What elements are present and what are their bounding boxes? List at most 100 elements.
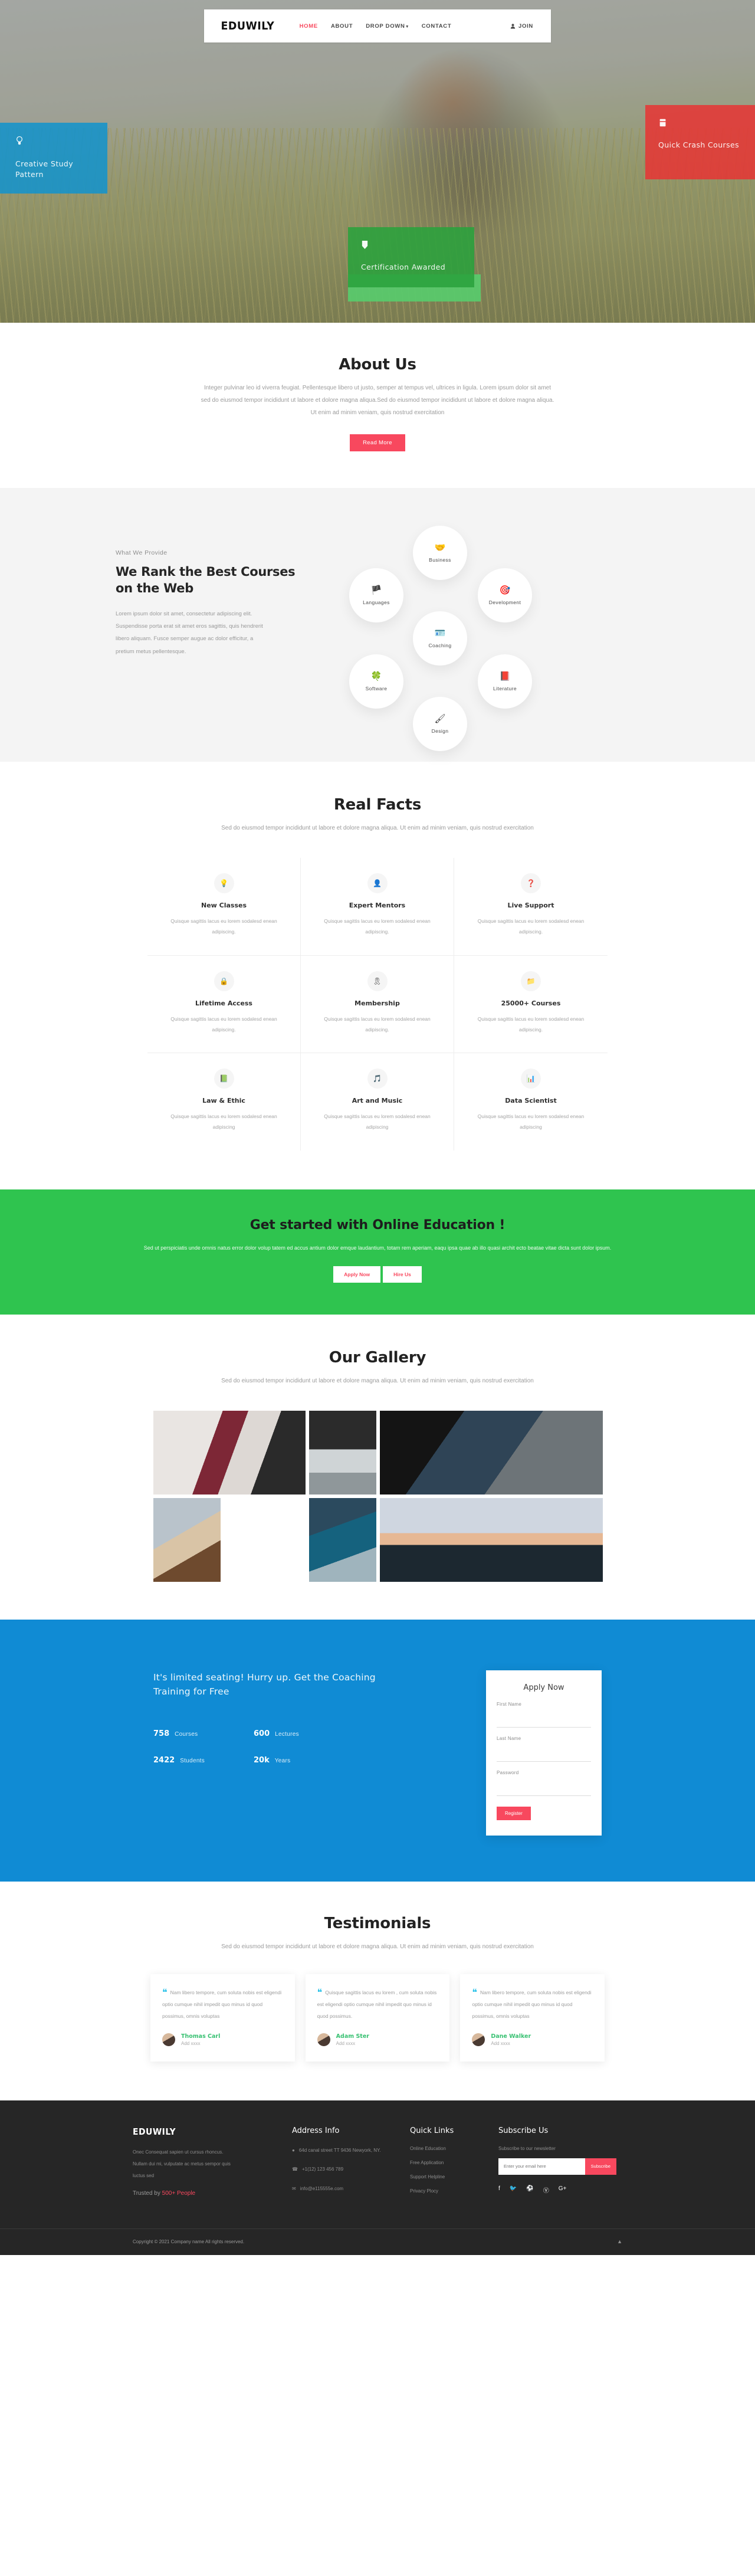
fact-card[interactable]: 📗 Law & Ethic Quisque sagittis lacus eu …	[147, 1053, 301, 1151]
main-navbar: EDUWILY HOME ABOUT DROP DOWN ▾ CONTACT JO…	[204, 9, 551, 42]
gallery-title: Our Gallery	[329, 1348, 426, 1366]
cta-body: Sed ut perspiciatis unde omnis natus err…	[143, 1245, 612, 1251]
chip-icon: 🍀	[370, 671, 382, 681]
fact-title: Art and Music	[352, 1097, 403, 1105]
testimonial-role: Add xxxx	[336, 2040, 356, 2046]
fact-card[interactable]: 📊 Data Scientist Quisque sagittis lacus …	[454, 1053, 608, 1151]
google-plus-icon[interactable]: G+	[559, 2185, 567, 2194]
footer-brand[interactable]: EDUWILY	[133, 2126, 281, 2137]
newsletter-email-input[interactable]	[498, 2158, 585, 2175]
password-input[interactable]	[497, 1788, 591, 1796]
read-more-button[interactable]: Read More	[350, 434, 405, 451]
hero-card-certification[interactable]: Certification Awarded	[348, 227, 474, 287]
location-pin-icon: ●	[292, 2147, 295, 2153]
footer-subscribe-title: Subscribe Us	[498, 2126, 549, 2135]
fact-card[interactable]: ❓ Live Support Quisque sagittis lacus eu…	[454, 858, 608, 956]
hire-us-button[interactable]: Hire Us	[383, 1266, 422, 1283]
category-label: Design	[431, 727, 449, 734]
fact-card[interactable]: 💡 New Classes Quisque sagittis lacus eu …	[147, 858, 301, 956]
gallery-image-4[interactable]	[153, 1497, 221, 1582]
apply-now-button[interactable]: Apply Now	[333, 1266, 381, 1283]
footer-link-privacy-policy[interactable]: Privacy Plocy	[410, 2188, 498, 2194]
footer-address-title: Address Info	[292, 2126, 340, 2135]
gallery-image-2[interactable]	[309, 1410, 376, 1495]
rank-title: We Rank the Best Courses on the Web	[116, 565, 296, 596]
pinterest-icon[interactable]: Ⓥ	[543, 2185, 549, 2194]
nav-item-contact[interactable]: CONTACT	[422, 23, 452, 30]
facts-grid: 💡 New Classes Quisque sagittis lacus eu …	[147, 858, 608, 1151]
testimonial-text: Quisque sagittis lacus eu lorem , cum so…	[317, 1989, 437, 2019]
gallery-image-1[interactable]	[153, 1410, 306, 1495]
nav-join-label[interactable]: JOIN	[518, 23, 533, 30]
testimonial-text-wrap: ❝ Nam libero tempore, cum soluta nobis es…	[472, 1987, 593, 2023]
register-button[interactable]: Register	[497, 1806, 531, 1820]
lock-icon: 🔒	[214, 971, 234, 991]
fact-card[interactable]: 🎗 Membership Quisque sagittis lacus eu l…	[301, 955, 454, 1054]
about-title: About Us	[339, 356, 416, 373]
footer-link-free-application[interactable]: Free Application	[410, 2160, 498, 2165]
footer-link-online-education[interactable]: Online Education	[410, 2146, 498, 2151]
footer-address-phone[interactable]: +1(12) 123 456 789	[302, 2165, 343, 2175]
category-coaching[interactable]: 🪪 Coaching	[413, 611, 467, 666]
last-name-field-group: Last Name	[497, 1736, 591, 1762]
fact-card[interactable]: 👤 Expert Mentors Quisque sagittis lacus …	[301, 858, 454, 956]
fact-card[interactable]: 🎵 Art and Music Quisque sagittis lacus e…	[301, 1053, 454, 1151]
footer-link-support-helpline[interactable]: Support Helpline	[410, 2174, 498, 2180]
rank-circles: 🤝 Business 🏴 Languages 🎯 Development 🪪 C…	[313, 526, 690, 751]
fact-title: 25000+ Courses	[501, 999, 561, 1007]
brand-logo[interactable]: EDUWILY	[204, 19, 274, 32]
nav-item-home[interactable]: HOME	[300, 23, 318, 30]
fact-title: Expert Mentors	[349, 902, 406, 909]
scroll-top-icon[interactable]: ▲	[617, 2239, 622, 2244]
stat-label: Years	[274, 1757, 291, 1764]
fact-desc: Quisque sagittis lacus eu lorem sodalesd…	[477, 1113, 585, 1130]
footer-subscribe-column: Subscribe Us Subscribe to our newsletter…	[498, 2126, 622, 2204]
dribbble-icon[interactable]: ⚽	[526, 2185, 533, 2194]
about-section: About Us Integer pulvinar leo id viverra…	[0, 323, 755, 488]
nav-item-about[interactable]: ABOUT	[331, 23, 353, 30]
rank-copy: What We Provide We Rank the Best Courses…	[65, 526, 313, 720]
apply-form-title: Apply Now	[523, 1683, 564, 1692]
folder-icon: 📁	[521, 971, 541, 991]
brush-icon: 🖌	[434, 713, 446, 724]
footer-address-email-row: ✉ info@e115555e.com	[292, 2184, 410, 2194]
stat-label: Courses	[175, 1731, 198, 1738]
stat-courses: 758 Courses	[153, 1729, 254, 1738]
gallery-image-6[interactable]	[380, 1497, 603, 1582]
footer-address-email[interactable]: info@e115555e.com	[300, 2184, 343, 2194]
testimonial-name: Dane Walker	[491, 2033, 531, 2040]
footer-address-phone-row: ☎ +1(12) 123 456 789	[292, 2165, 410, 2175]
twitter-icon[interactable]: 🐦	[510, 2185, 517, 2194]
category-languages[interactable]: 🏴 Languages	[349, 568, 403, 622]
hero-card-creative-study[interactable]: Creative Study Pattern	[0, 123, 107, 194]
last-name-input[interactable]	[497, 1754, 591, 1762]
nav-item-dropdown[interactable]: DROP DOWN ▾	[366, 23, 409, 30]
fact-desc: Quisque sagittis lacus eu lorem sodalesd…	[170, 1113, 277, 1130]
fact-desc: Quisque sagittis lacus eu lorem sodalesd…	[170, 918, 277, 935]
category-design[interactable]: 🖌 Design	[413, 697, 467, 751]
category-literature[interactable]: 📕 Literature	[478, 654, 532, 709]
category-software[interactable]: 🍀 Software	[349, 654, 403, 709]
category-business[interactable]: 🤝 Business	[413, 526, 467, 580]
category-development[interactable]: 🎯 Development	[478, 568, 532, 622]
fact-card[interactable]: 🔒 Lifetime Access Quisque sagittis lacus…	[147, 955, 301, 1054]
subscribe-button[interactable]: Subscribe	[585, 2158, 616, 2175]
nav-join[interactable]: JOIN	[510, 23, 533, 30]
fact-title: Law & Ethic	[202, 1097, 245, 1105]
id-card-icon: 🪪	[434, 628, 446, 638]
apply-headline: It's limited seating! Hurry up. Get the …	[153, 1672, 376, 1697]
testimonials-section: Testimonials Sed do eiusmod tempor incid…	[0, 1881, 755, 2100]
gallery-image-5[interactable]	[309, 1497, 376, 1582]
fact-desc: Quisque sagittis lacus eu lorem sodalesd…	[477, 918, 585, 935]
fact-card[interactable]: 📁 25000+ Courses Quisque sagittis lacus …	[454, 956, 608, 1054]
avatar	[317, 2033, 330, 2046]
testimonial-text-wrap: ❝ Nam libero tempore, cum soluta nobis es…	[162, 1987, 283, 2023]
fact-title: Membership	[354, 999, 400, 1007]
apply-form-card: Apply Now First Name Last Name Password …	[486, 1670, 602, 1836]
hero-card-quick-crash[interactable]: Quick Crash Courses	[645, 105, 755, 179]
gallery-image-3[interactable]	[380, 1410, 603, 1495]
book-icon: 📗	[214, 1069, 234, 1089]
facebook-icon[interactable]: f	[498, 2185, 500, 2194]
first-name-input[interactable]	[497, 1719, 591, 1728]
shield-icon	[361, 240, 461, 253]
